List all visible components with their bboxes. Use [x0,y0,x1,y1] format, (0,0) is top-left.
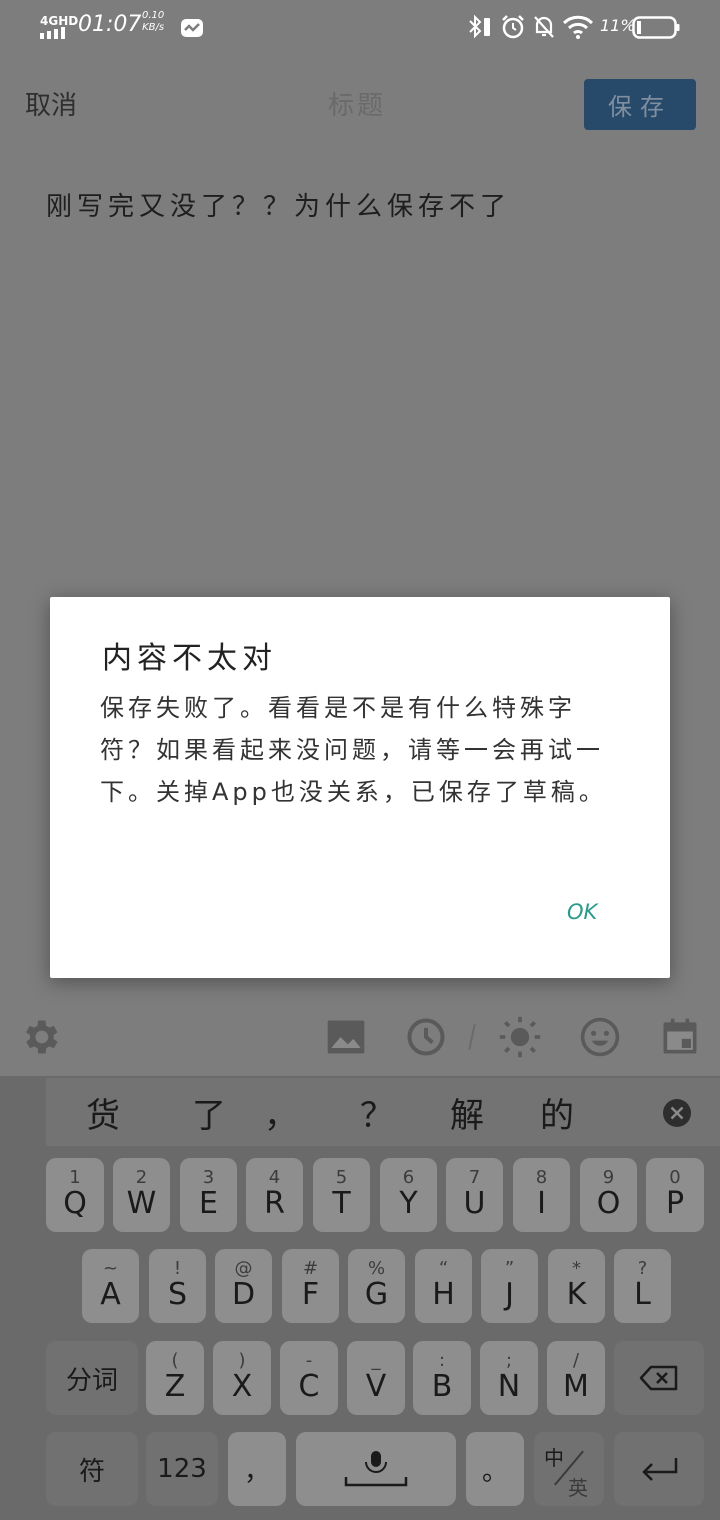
key-d[interactable]: @ D [215,1249,272,1323]
error-dialog: 内容不太对 保存失败了。看看是不是有什么特殊字符？如果看起来没问题，请等一会再试… [50,597,670,978]
key-z[interactable]: (Z [146,1341,204,1415]
candidate-item[interactable]: 了 [192,1088,226,1137]
microphone-icon [344,1451,408,1487]
key-m[interactable]: / M [547,1341,605,1415]
key-s[interactable]: ! S [149,1249,206,1323]
segment-key[interactable]: 分词 [46,1341,138,1415]
key-f[interactable]: # F [282,1249,339,1323]
key-r[interactable]: 4R [246,1158,303,1232]
save-button[interactable]: 保存 [584,79,696,130]
key-p[interactable]: 0P [646,1158,704,1232]
network-indicator: 4GHD [40,14,79,28]
key-h[interactable]: “H [415,1249,472,1323]
key-a[interactable]: ~ A [82,1249,139,1323]
settings-icon[interactable] [18,1015,62,1059]
toolbar-divider [468,1024,476,1050]
silent-icon [534,16,554,38]
status-time: 01:07 [78,12,142,37]
battery-icon [632,16,680,39]
candidate-item[interactable]: ， [264,1088,298,1137]
key-i[interactable]: 8I [513,1158,570,1232]
clock-icon[interactable] [404,1015,448,1059]
close-candidates-icon[interactable] [662,1098,692,1128]
candidate-item[interactable]: 解 [450,1088,484,1137]
network-speed: 0.10 KB/s [142,10,165,33]
lang-zh-label: 中 [544,1446,564,1470]
signal-icon [40,27,65,39]
candidate-item[interactable]: ？ [360,1088,394,1137]
enter-icon [642,1458,678,1481]
key-o[interactable]: 9O [580,1158,637,1232]
note-content[interactable]: 刚写完又没了？？为什么保存不了 [46,186,511,223]
key-b[interactable]: :B [413,1341,471,1415]
key-x[interactable]: ) X [213,1341,271,1415]
editor-toolbar [0,1000,720,1076]
dialog-message: 保存失败了。看看是不是有什么特殊字符？如果看起来没问题，请等一会再试一下。关掉A… [100,694,607,806]
ok-button[interactable]: OK [567,900,597,924]
language-switch-key[interactable]: 中 英 [534,1432,604,1506]
key-v[interactable]: _ V [347,1341,405,1415]
candidate-item[interactable]: 的 [540,1088,574,1137]
backspace-key[interactable] [614,1341,704,1415]
brightness-icon[interactable] [498,1015,542,1059]
title-input[interactable]: 标题 [328,85,386,122]
comma-key[interactable]: ， [228,1432,286,1506]
backspace-icon [639,1365,678,1391]
candidate-item[interactable]: 货 [86,1088,120,1137]
key-e[interactable]: 3E [180,1158,237,1232]
lang-en-label: 英 [568,1476,588,1500]
key-c[interactable]: -C [280,1341,338,1415]
wifi-icon [562,15,594,39]
enter-key[interactable] [614,1432,704,1506]
calendar-icon[interactable] [658,1015,702,1059]
period-key[interactable]: 。 [466,1432,524,1506]
key-u[interactable]: 7U [446,1158,503,1232]
emoji-icon[interactable] [578,1015,622,1059]
alarm-icon [502,15,524,39]
key-j[interactable]: ” J [481,1249,538,1323]
battery-percent: 11% [600,16,636,35]
bluetooth-battery-icon [469,14,490,39]
symbol-key[interactable]: 符 [46,1432,138,1506]
key-g[interactable]: % G [348,1249,405,1323]
image-icon[interactable] [324,1015,368,1059]
key-w[interactable]: 2W [113,1158,170,1232]
key-k[interactable]: * K [548,1249,605,1323]
status-bar: 4GHD 01:07 0.10 KB/s 11% [0,0,720,56]
cancel-button[interactable]: 取消 [25,85,77,122]
app-notification-icon [181,19,203,37]
key-q[interactable]: 1Q [46,1158,104,1232]
dialog-title: 内容不太对 [102,641,277,676]
key-y[interactable]: 6Y [380,1158,437,1232]
key-n[interactable]: ; N [480,1341,538,1415]
numeric-key[interactable]: 123 [146,1432,218,1506]
space-key[interactable] [296,1432,456,1506]
key-t[interactable]: 5T [313,1158,370,1232]
key-l[interactable]: ? L [614,1249,671,1323]
candidate-bar: 货 了 ， ？ 解 的 [46,1078,720,1146]
